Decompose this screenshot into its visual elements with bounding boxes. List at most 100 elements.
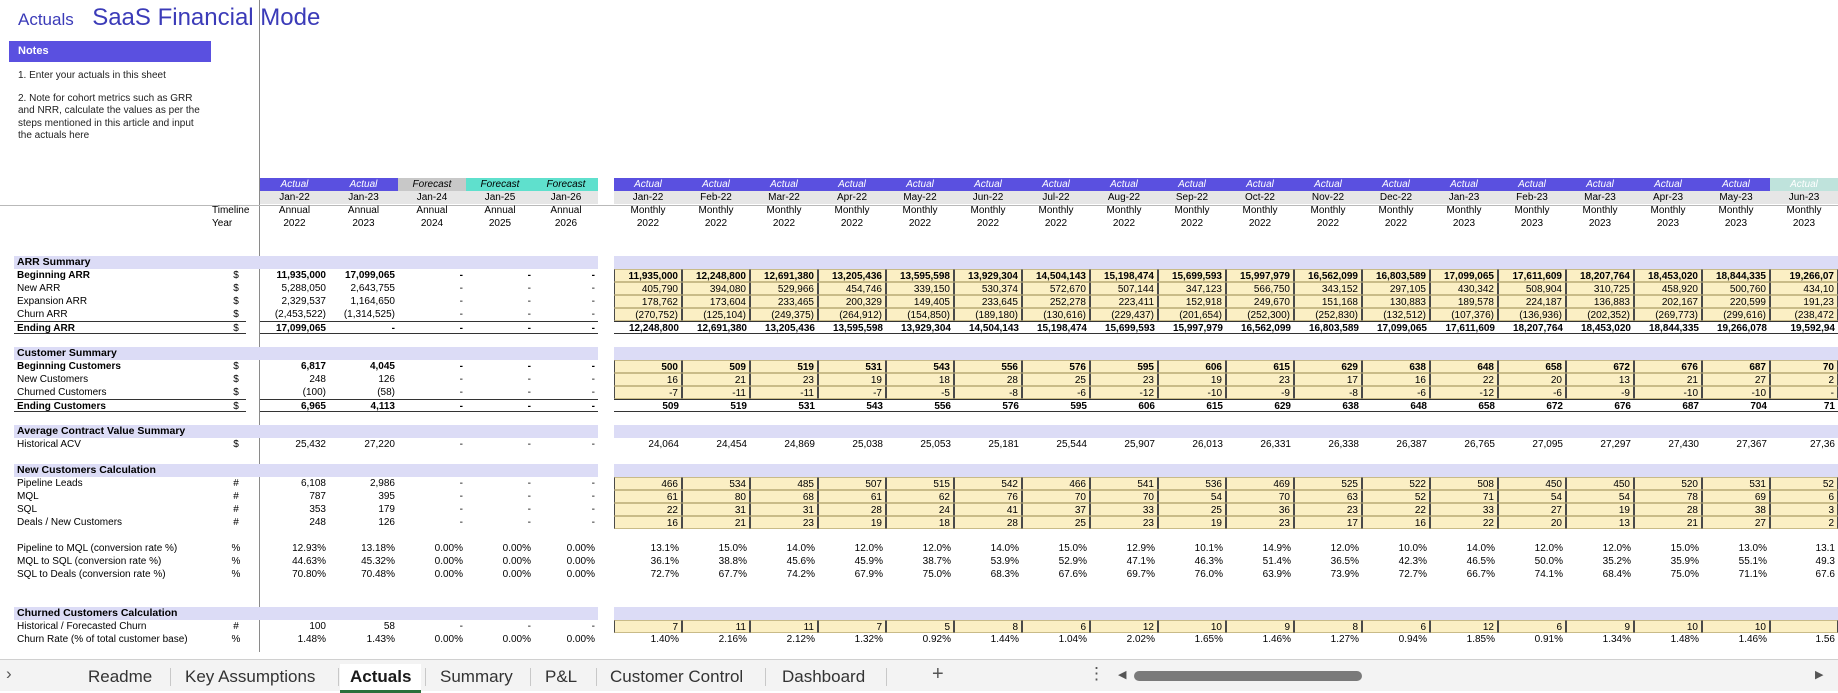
monthly-value-cell[interactable]: (189,180) xyxy=(954,308,1022,321)
monthly-value-cell[interactable]: 543 xyxy=(886,360,954,373)
monthly-value-cell[interactable]: 35.9% xyxy=(1634,555,1702,568)
monthly-value-cell[interactable]: 66.7% xyxy=(1430,568,1498,581)
monthly-value-cell[interactable]: 22 xyxy=(614,503,682,516)
monthly-value-cell[interactable]: (107,376) xyxy=(1430,308,1498,321)
monthly-value-cell[interactable]: 13,929,304 xyxy=(954,269,1022,282)
monthly-value-cell[interactable]: (252,830) xyxy=(1294,308,1362,321)
monthly-value-cell[interactable]: (201,654) xyxy=(1158,308,1226,321)
monthly-value-cell[interactable]: 19 xyxy=(818,373,886,386)
monthly-value-cell[interactable]: 2.16% xyxy=(682,633,750,646)
monthly-value-cell[interactable]: 16,803,589 xyxy=(1362,269,1430,282)
monthly-value-cell[interactable]: 50.0% xyxy=(1498,555,1566,568)
monthly-value-cell[interactable]: 220,599 xyxy=(1702,295,1770,308)
monthly-value-cell[interactable]: 576 xyxy=(1022,360,1090,373)
annual-value-cell[interactable]: 248 xyxy=(260,516,329,529)
monthly-value-cell[interactable]: 33 xyxy=(1430,503,1498,516)
monthly-value-cell[interactable]: 500,760 xyxy=(1702,282,1770,295)
annual-value-cell[interactable]: - xyxy=(534,269,598,282)
monthly-value-cell[interactable]: 430,342 xyxy=(1430,282,1498,295)
monthly-value-cell[interactable]: 14,504,143 xyxy=(954,321,1022,334)
monthly-value-cell[interactable]: 542 xyxy=(954,477,1022,490)
monthly-value-cell[interactable]: 27,297 xyxy=(1566,438,1634,451)
monthly-value-cell[interactable]: 70 xyxy=(1770,360,1838,373)
monthly-value-cell[interactable]: -5 xyxy=(886,386,954,399)
monthly-value-cell[interactable]: 572,670 xyxy=(1022,282,1090,295)
monthly-value-cell[interactable]: 14.0% xyxy=(1430,542,1498,555)
annual-value-cell[interactable]: - xyxy=(466,269,534,282)
tab-nav-icon[interactable]: › xyxy=(6,664,12,684)
monthly-value-cell[interactable]: 27 xyxy=(1498,503,1566,516)
monthly-value-cell[interactable]: 638 xyxy=(1294,399,1362,412)
monthly-value-cell[interactable]: 19 xyxy=(1158,373,1226,386)
monthly-value-cell[interactable]: 11,935,000 xyxy=(614,269,682,282)
annual-value-cell[interactable]: - xyxy=(466,438,534,451)
monthly-value-cell[interactable]: -10 xyxy=(1702,386,1770,399)
monthly-value-cell[interactable]: 672 xyxy=(1566,360,1634,373)
annual-value-cell[interactable]: 58 xyxy=(329,620,398,633)
monthly-value-cell[interactable]: 1.27% xyxy=(1294,633,1362,646)
monthly-value-cell[interactable]: 522 xyxy=(1362,477,1430,490)
monthly-value-cell[interactable]: 405,790 xyxy=(614,282,682,295)
monthly-value-cell[interactable]: 1.32% xyxy=(818,633,886,646)
monthly-value-cell[interactable]: 224,187 xyxy=(1498,295,1566,308)
monthly-value-cell[interactable]: 41 xyxy=(954,503,1022,516)
monthly-value-cell[interactable]: 37 xyxy=(1022,503,1090,516)
monthly-value-cell[interactable]: 18,207,764 xyxy=(1498,321,1566,334)
annual-value-cell[interactable]: 70.80% xyxy=(260,568,329,581)
monthly-value-cell[interactable]: 38.7% xyxy=(886,555,954,568)
monthly-value-cell[interactable]: 13,595,598 xyxy=(818,321,886,334)
monthly-value-cell[interactable]: 53.9% xyxy=(954,555,1022,568)
annual-value-cell[interactable]: 126 xyxy=(329,516,398,529)
monthly-value-cell[interactable]: 33 xyxy=(1090,503,1158,516)
annual-value-cell[interactable]: - xyxy=(466,477,534,490)
monthly-value-cell[interactable]: 556 xyxy=(886,399,954,412)
monthly-value-cell[interactable]: (238,472 xyxy=(1770,308,1838,321)
monthly-value-cell[interactable]: 27,095 xyxy=(1498,438,1566,451)
monthly-value-cell[interactable]: 19 xyxy=(1158,516,1226,529)
monthly-value-cell[interactable]: 615 xyxy=(1158,399,1226,412)
monthly-value-cell[interactable]: 20 xyxy=(1498,373,1566,386)
annual-value-cell[interactable]: (1,314,525) xyxy=(329,308,398,321)
monthly-value-cell[interactable]: 0.94% xyxy=(1362,633,1430,646)
monthly-value-cell[interactable]: 28 xyxy=(954,516,1022,529)
monthly-value-cell[interactable]: 26,387 xyxy=(1362,438,1430,451)
monthly-value-cell[interactable]: 130,883 xyxy=(1362,295,1430,308)
monthly-value-cell[interactable]: (125,104) xyxy=(682,308,750,321)
monthly-value-cell[interactable]: 515 xyxy=(886,477,954,490)
monthly-value-cell[interactable]: 74.1% xyxy=(1498,568,1566,581)
monthly-value-cell[interactable]: 16 xyxy=(1362,373,1430,386)
monthly-value-cell[interactable]: 18,844,335 xyxy=(1702,269,1770,282)
monthly-value-cell[interactable]: 24,064 xyxy=(614,438,682,451)
monthly-value-cell[interactable]: 469 xyxy=(1226,477,1294,490)
annual-value-cell[interactable]: - xyxy=(466,399,534,412)
monthly-value-cell[interactable]: 72.7% xyxy=(1362,568,1430,581)
annual-value-cell[interactable]: 44.63% xyxy=(260,555,329,568)
monthly-value-cell[interactable]: 15,997,979 xyxy=(1158,321,1226,334)
monthly-value-cell[interactable]: 676 xyxy=(1566,399,1634,412)
monthly-value-cell[interactable]: 20 xyxy=(1498,516,1566,529)
monthly-value-cell[interactable]: 2 xyxy=(1770,373,1838,386)
annual-value-cell[interactable]: (58) xyxy=(329,386,398,399)
monthly-value-cell[interactable]: 36.1% xyxy=(614,555,682,568)
monthly-value-cell[interactable]: 15.0% xyxy=(682,542,750,555)
monthly-value-cell[interactable]: 12,691,380 xyxy=(750,269,818,282)
monthly-value-cell[interactable]: -12 xyxy=(1430,386,1498,399)
monthly-value-cell[interactable]: (136,936) xyxy=(1498,308,1566,321)
sheet-tab-actuals[interactable]: Actuals xyxy=(340,664,422,693)
annual-value-cell[interactable]: 1.43% xyxy=(329,633,398,646)
annual-value-cell[interactable]: 353 xyxy=(260,503,329,516)
monthly-value-cell[interactable]: 78 xyxy=(1634,490,1702,503)
monthly-value-cell[interactable]: 36 xyxy=(1226,503,1294,516)
monthly-value-cell[interactable]: 658 xyxy=(1430,399,1498,412)
annual-value-cell[interactable]: 0.00% xyxy=(534,555,598,568)
annual-value-cell[interactable]: - xyxy=(398,620,466,633)
annual-value-cell[interactable]: 0.00% xyxy=(534,542,598,555)
monthly-value-cell[interactable]: 23 xyxy=(750,373,818,386)
monthly-value-cell[interactable]: 10 xyxy=(1634,620,1702,633)
monthly-value-cell[interactable]: 1.44% xyxy=(954,633,1022,646)
annual-value-cell[interactable]: 0.00% xyxy=(466,633,534,646)
monthly-value-cell[interactable]: 173,604 xyxy=(682,295,750,308)
sheet-tab-summary[interactable]: Summary xyxy=(440,664,513,690)
annual-value-cell[interactable]: - xyxy=(398,386,466,399)
monthly-value-cell[interactable]: 606 xyxy=(1158,360,1226,373)
